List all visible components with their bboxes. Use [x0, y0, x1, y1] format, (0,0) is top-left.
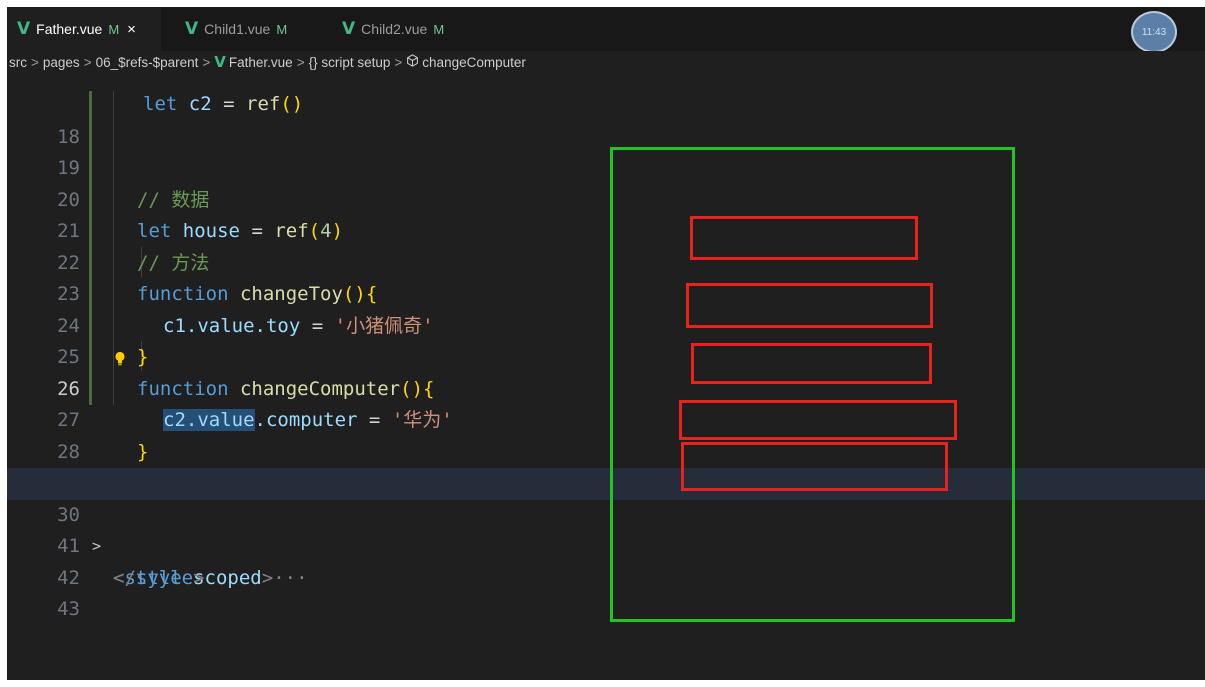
close-icon[interactable]: ×: [127, 21, 136, 38]
modified-badge: M: [433, 21, 445, 37]
annotation-red-box: [691, 343, 932, 384]
modified-badge: M: [108, 21, 120, 37]
code-line: 28 </script>: [7, 405, 1205, 495]
vue-file-icon: V: [185, 19, 199, 39]
code-line: 21 // 方法: [7, 185, 1205, 274]
code-line: 20 let house = ref(4): [7, 153, 1205, 243]
annotation-red-box: [690, 216, 918, 260]
code-line: 23 c1.value.toy = '小猪佩奇': [7, 248, 1205, 337]
code-line: 19 // 数据: [7, 122, 1205, 211]
avatar[interactable]: 11:43: [1131, 11, 1177, 53]
editor-window: V Father.vue M × V Child1.vue M V Child2…: [7, 7, 1205, 680]
tab-label: Father.vue: [36, 21, 103, 37]
breadcrumb-item-script-setup[interactable]: {} script setup: [309, 55, 391, 70]
breadcrumb: src > pages > 06_$refs-$parent > V Fathe…: [7, 51, 1205, 73]
vue-file-icon: V: [214, 53, 226, 71]
tab-father-vue[interactable]: V Father.vue M ×: [7, 7, 161, 51]
code-line: 27 }: [7, 374, 1205, 463]
modified-badge: M: [276, 21, 288, 37]
tab-label: Child1.vue: [204, 21, 271, 37]
code-line: 24 }: [7, 279, 1205, 369]
chevron-right-icon: >: [31, 54, 39, 70]
chevron-right-icon: >: [296, 54, 305, 70]
annotation-red-box: [681, 442, 948, 491]
code-line: 42: [7, 531, 1205, 589]
annotation-red-box: [679, 400, 957, 440]
code-line-active: 26 c2.value.computer = '华为': [7, 342, 1205, 431]
vue-file-icon: V: [17, 19, 31, 39]
code-line: 43: [7, 563, 1205, 620]
tab-child2-vue[interactable]: V Child2.vue M: [332, 7, 487, 51]
breadcrumb-item-folder[interactable]: 06_$refs-$parent: [96, 55, 199, 70]
chevron-right-icon: >: [394, 54, 403, 70]
code-line: 41 </style>: [7, 500, 1205, 589]
line-number: 43: [57, 598, 80, 620]
method-cube-icon: [406, 54, 419, 70]
lightbulb-icon[interactable]: [113, 350, 127, 368]
breadcrumb-item-function[interactable]: changeComputer: [422, 55, 526, 70]
chevron-right-icon: >: [83, 54, 92, 70]
code-editor[interactable]: let c2 = ref() 18 19 // 数据 20 let house …: [7, 73, 1205, 680]
tab-label: Child2.vue: [361, 21, 428, 37]
vue-file-icon: V: [342, 19, 356, 39]
code-line: 29: [7, 437, 1205, 494]
breadcrumb-item-pages[interactable]: pages: [43, 55, 80, 70]
code-line: 22 function changeToy(){: [7, 216, 1205, 306]
code-line: 18: [7, 90, 1205, 148]
breadcrumb-item-src[interactable]: src: [9, 55, 27, 70]
annotation-red-box: [686, 283, 933, 328]
chevron-right-icon: >: [202, 54, 211, 70]
breadcrumb-item-file[interactable]: Father.vue: [229, 55, 293, 70]
tab-child1-vue[interactable]: V Child1.vue M: [175, 7, 325, 51]
tab-bar: V Father.vue M × V Child1.vue M V Child2…: [7, 7, 1205, 53]
code-line: 25 function changeComputer(){: [7, 311, 1205, 400]
code-line-folded: 30 > <style scoped>···: [7, 468, 1205, 589]
